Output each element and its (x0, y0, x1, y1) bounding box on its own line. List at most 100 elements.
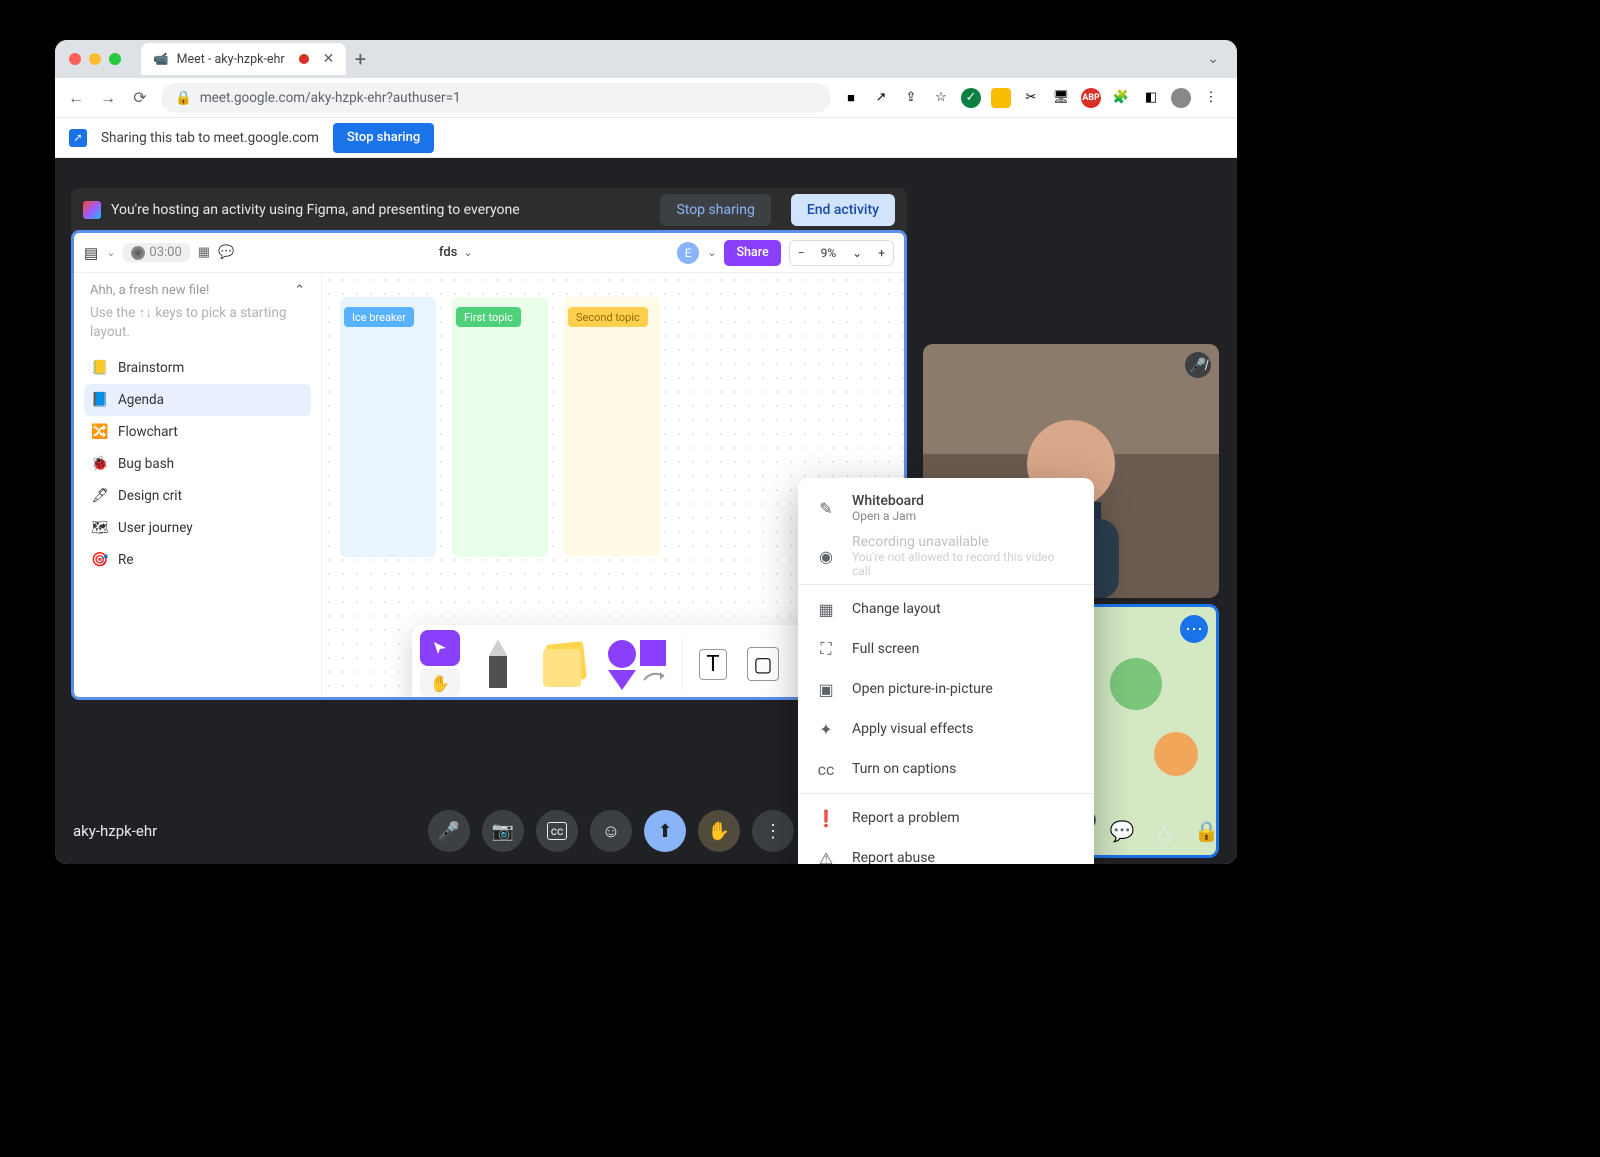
raise-hand-button[interactable]: ✋ (698, 810, 740, 852)
collapse-panel-icon[interactable]: ⌃ (294, 283, 305, 298)
more-options-button[interactable]: ⋮ (752, 810, 794, 852)
user-journey-icon: 🗺 (92, 520, 108, 536)
captions-button[interactable]: cc (536, 810, 578, 852)
layout-icon[interactable]: ▦ (198, 245, 210, 260)
menu-separator (798, 584, 1094, 585)
canvas-column[interactable] (564, 297, 660, 557)
agenda-chip[interactable]: Ice breaker (344, 307, 414, 327)
menu-whiteboard[interactable]: ✎ Whiteboard Open a Jam (798, 484, 1094, 532)
shapes-tool[interactable] (602, 632, 672, 696)
forward-button[interactable]: → (97, 88, 119, 108)
close-tab-icon[interactable]: ✕ (323, 51, 335, 67)
figma-menu-icon[interactable]: ▤ (84, 244, 98, 262)
chrome-menu-icon[interactable]: ⋮ (1201, 88, 1221, 108)
toolbar-divider (682, 638, 683, 690)
agenda-chip[interactable]: Second topic (568, 307, 648, 327)
tabs-dropdown-icon[interactable]: ⌄ (1197, 51, 1229, 67)
figma-activity-panel: ▤ ⌄ 03:00 ▦ 💬 fds ⌄ E ⌄ Share − 9% (71, 230, 907, 700)
zoom-in-button[interactable]: + (870, 246, 893, 260)
end-activity-button[interactable]: End activity (791, 194, 895, 226)
figjam-timer[interactable]: 03:00 (123, 243, 189, 262)
pencil-tool[interactable] (470, 632, 526, 696)
pip-icon: ▣ (816, 680, 836, 699)
activity-header: You're hosting an activity using Figma, … (71, 188, 907, 232)
figjam-file-title[interactable]: fds ⌄ (439, 245, 473, 260)
extension-abp-icon[interactable]: ABP (1081, 88, 1101, 108)
menu-label: Apply visual effects (852, 721, 974, 737)
template-label: Agenda (118, 392, 164, 408)
menu-captions[interactable]: ccTurn on captions (798, 749, 1094, 789)
activity-stop-sharing-button[interactable]: Stop sharing (660, 194, 770, 226)
extensions-puzzle-icon[interactable]: 🧩 (1111, 88, 1131, 108)
menu-visual-effects[interactable]: ✦Apply visual effects (798, 709, 1094, 749)
mic-toggle-button[interactable]: 🎤 (428, 810, 470, 852)
extension-green-icon[interactable]: ✓ (961, 88, 981, 108)
pencil-icon: ✎ (816, 499, 836, 518)
open-external-icon[interactable]: ↗ (871, 88, 891, 108)
activities-button[interactable]: △ (1157, 819, 1172, 843)
camera-toggle-button[interactable]: 📷 (482, 810, 524, 852)
close-window-icon[interactable] (69, 53, 81, 65)
camera-indicator-icon[interactable]: ■ (841, 88, 861, 108)
template-design-crit[interactable]: 🖋Design crit (84, 480, 311, 512)
chat-button[interactable]: 💬 (1110, 819, 1135, 843)
figma-share-button[interactable]: Share (724, 240, 780, 266)
menu-label: Report abuse (852, 850, 935, 864)
browser-tab[interactable]: 📹 Meet - aky-hzpk-ehr ✕ (141, 43, 346, 75)
stop-sharing-button[interactable]: Stop sharing (333, 123, 434, 153)
host-controls-button[interactable]: 🔒 (1194, 819, 1219, 843)
section-tool[interactable]: ▢ (743, 632, 783, 696)
comment-icon[interactable]: 💬 (218, 245, 234, 260)
tile-more-button[interactable]: ⋯ (1180, 615, 1208, 643)
template-flowchart[interactable]: 🔀Flowchart (84, 416, 311, 448)
text-tool[interactable]: T (693, 632, 733, 696)
sticky-note-tool[interactable] (536, 632, 592, 696)
extension-monitor-icon[interactable]: 🖥 (1051, 88, 1071, 108)
back-button[interactable]: ← (65, 88, 87, 108)
share-sheet-icon[interactable]: ⇪ (901, 88, 921, 108)
zoom-out-button[interactable]: − (790, 246, 813, 260)
profile-avatar-icon[interactable] (1171, 88, 1191, 108)
template-label: Brainstorm (118, 360, 184, 376)
recording-indicator-icon (299, 54, 309, 64)
extension-yellow-icon[interactable] (991, 88, 1011, 108)
new-tab-button[interactable]: + (346, 47, 374, 71)
figma-logo-icon (83, 201, 101, 219)
present-button[interactable]: ⬆ (644, 810, 686, 852)
reactions-button[interactable]: ☺ (590, 810, 632, 852)
menu-pip[interactable]: ▣Open picture-in-picture (798, 669, 1094, 709)
sharing-indicator-icon: ➚ (69, 129, 87, 147)
address-bar[interactable]: 🔒 meet.google.com/aky-hzpk-ehr?authuser=… (161, 83, 831, 113)
figma-menu-chevron-icon[interactable]: ⌄ (106, 246, 115, 259)
menu-change-layout[interactable]: ▦Change layout (798, 589, 1094, 629)
menu-sublabel: You're not allowed to record this video … (852, 550, 1076, 578)
select-tool[interactable] (420, 630, 460, 666)
bookmark-star-icon[interactable]: ☆ (931, 88, 951, 108)
menu-report-problem[interactable]: ❗Report a problem (798, 798, 1094, 838)
canvas-column[interactable] (340, 297, 436, 557)
tab-title: Meet - aky-hzpk-ehr (177, 52, 285, 67)
side-panel-icon[interactable]: ◧ (1141, 88, 1161, 108)
agenda-chip[interactable]: First topic (456, 307, 521, 327)
extension-scissors-icon[interactable]: ✂ (1021, 88, 1041, 108)
zoom-dropdown-icon[interactable]: ⌄ (844, 246, 870, 260)
template-bug-bash[interactable]: 🐞Bug bash (84, 448, 311, 480)
template-agenda[interactable]: 📘Agenda (84, 384, 311, 416)
minimize-window-icon[interactable] (89, 53, 101, 65)
hand-tool[interactable]: ✋ (420, 668, 460, 698)
layout-grid-icon: ▦ (816, 600, 836, 619)
meet-favicon-icon: 📹 (153, 52, 169, 67)
template-user-journey[interactable]: 🗺User journey (84, 512, 311, 544)
collaborator-avatar[interactable]: E (677, 242, 699, 264)
bug-icon: 🐞 (92, 456, 108, 472)
menu-full-screen[interactable]: ⛶Full screen (798, 629, 1094, 669)
figjam-toolbar: ▤ ⌄ 03:00 ▦ 💬 fds ⌄ E ⌄ Share − 9% (74, 233, 904, 273)
template-retro[interactable]: 🎯Re (84, 544, 311, 576)
template-brainstorm[interactable]: 📒Brainstorm (84, 352, 311, 384)
canvas-column[interactable] (452, 297, 548, 557)
zoom-value[interactable]: 9% (813, 246, 845, 260)
reload-button[interactable]: ⟳ (129, 88, 151, 107)
menu-report-abuse[interactable]: ⚠Report abuse (798, 838, 1094, 864)
maximize-window-icon[interactable] (109, 53, 121, 65)
collaborators-dropdown-icon[interactable]: ⌄ (707, 246, 716, 259)
